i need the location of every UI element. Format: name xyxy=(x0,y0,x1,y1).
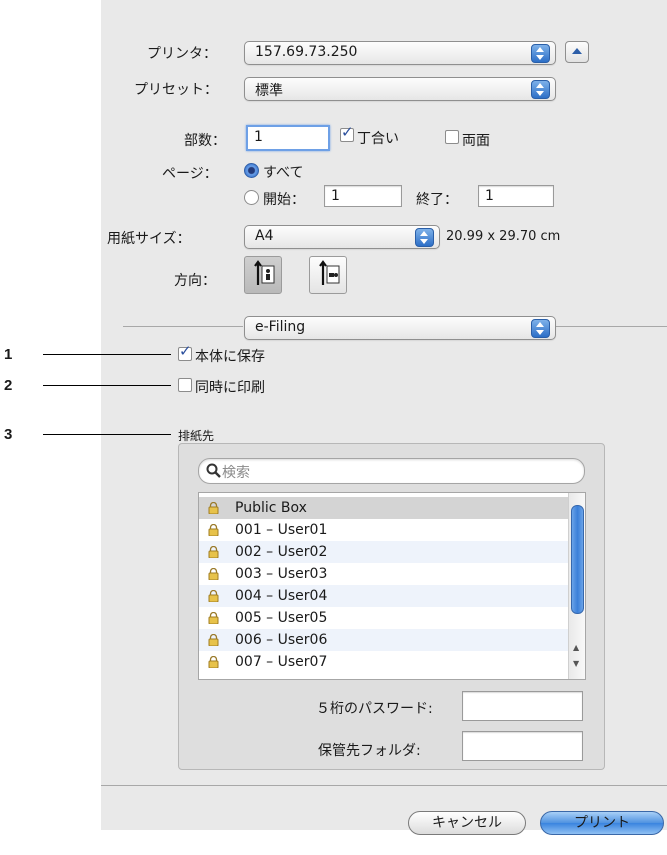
checkmark-icon: ✓ xyxy=(341,123,354,141)
lock-icon xyxy=(208,524,219,536)
pages-label: ページ： xyxy=(162,166,218,182)
list-item[interactable]: 007 – User07 xyxy=(199,651,568,673)
printer-label: プリンタ： xyxy=(147,46,217,62)
printer-value: 157.69.73.250 xyxy=(255,44,358,60)
checkmark-icon: ✓ xyxy=(179,342,192,360)
preset-label: プリセット： xyxy=(134,82,218,98)
landscape-button[interactable] xyxy=(309,256,347,294)
password-label: ５桁のパスワード: xyxy=(316,701,433,717)
list-item[interactable]: 004 – User04 xyxy=(199,585,568,607)
list-item[interactable]: Public Box xyxy=(199,497,568,519)
paper-size-label: 用紙サイズ： xyxy=(107,231,191,247)
callout-line-2 xyxy=(43,385,171,386)
lock-icon xyxy=(208,546,219,558)
copies-field[interactable]: 1 xyxy=(246,125,330,151)
box-list[interactable]: Public Box 001 – User01 002 – User02 003 – … xyxy=(198,492,586,680)
list-item-label: Public Box xyxy=(235,500,307,516)
list-item[interactable]: 006 – User06 xyxy=(199,629,568,651)
list-item-label: 005 – User05 xyxy=(235,610,328,626)
folder-label: 保管先フォルダ: xyxy=(318,743,421,759)
list-item-label: 006 – User06 xyxy=(235,632,328,648)
callout-line-3 xyxy=(43,434,171,435)
scroll-thumb[interactable] xyxy=(571,505,584,614)
separator-line xyxy=(123,326,243,327)
disclosure-button[interactable] xyxy=(565,41,589,63)
copies-label: 部数： xyxy=(184,133,226,149)
popup-stepper-icon xyxy=(531,80,550,99)
separator-line xyxy=(555,326,667,327)
collate-label: 丁合い xyxy=(357,131,399,147)
pages-from-field[interactable]: 1 xyxy=(324,185,402,207)
list-item-label: 001 – User01 xyxy=(235,522,328,538)
scrollbar[interactable]: ▲ ▼ xyxy=(568,493,585,679)
save-to-device-checkbox[interactable]: ✓ xyxy=(178,342,192,361)
password-field[interactable] xyxy=(462,691,583,721)
portrait-icon xyxy=(254,260,275,285)
lock-icon xyxy=(208,634,219,646)
popup-stepper-icon xyxy=(531,44,550,63)
list-item[interactable]: 005 – User05 xyxy=(199,607,568,629)
callout-3: 3 xyxy=(4,426,13,443)
list-item-label: 002 – User02 xyxy=(235,544,328,560)
search-placeholder: 検索 xyxy=(222,465,250,481)
lock-icon xyxy=(208,502,219,514)
lock-icon xyxy=(208,568,219,580)
folder-field[interactable] xyxy=(462,731,583,761)
scroll-up-icon[interactable]: ▲ xyxy=(573,643,579,652)
pages-all-radio[interactable] xyxy=(244,163,259,178)
paper-size-value: A4 xyxy=(255,228,274,244)
pages-to-field[interactable]: 1 xyxy=(478,185,554,207)
landscape-icon xyxy=(319,260,340,285)
preset-popup[interactable]: 標準 xyxy=(244,77,556,101)
collate-checkbox[interactable]: ✓ xyxy=(340,123,354,142)
print-simultaneously-label: 同時に印刷 xyxy=(195,380,265,396)
callout-line-1 xyxy=(43,354,171,355)
list-item[interactable]: 003 – User03 xyxy=(199,563,568,585)
lock-icon xyxy=(208,590,219,602)
pages-all-label: すべて xyxy=(263,165,304,181)
orientation-label: 方向： xyxy=(174,273,216,289)
section-popup[interactable]: e-Filing xyxy=(244,316,556,340)
list-item[interactable]: 002 – User02 xyxy=(199,541,568,563)
search-field[interactable]: 検索 xyxy=(198,458,585,484)
destination-label: 排紙先 xyxy=(178,429,215,443)
list-item[interactable]: 001 – User01 xyxy=(199,519,568,541)
save-to-device-label: 本体に保存 xyxy=(195,349,265,365)
popup-stepper-icon xyxy=(415,228,434,247)
print-button[interactable]: プリント xyxy=(540,811,664,835)
list-item-label: 007 – User07 xyxy=(235,654,328,670)
portrait-button[interactable] xyxy=(244,256,282,294)
search-icon xyxy=(206,463,221,478)
cancel-button[interactable]: キャンセル xyxy=(408,811,526,835)
list-item-label: 004 – User04 xyxy=(235,588,328,604)
pages-to-label: 終了： xyxy=(416,192,458,208)
list-item-label: 003 – User03 xyxy=(235,566,328,582)
scroll-down-icon[interactable]: ▼ xyxy=(573,659,579,668)
pages-from-label: 開始： xyxy=(263,192,305,208)
pages-range-radio[interactable] xyxy=(244,190,259,205)
popup-stepper-icon xyxy=(531,319,550,338)
paper-size-popup[interactable]: A4 xyxy=(244,225,440,249)
print-simultaneously-checkbox[interactable] xyxy=(178,378,192,392)
duplex-checkbox[interactable] xyxy=(445,130,459,144)
section-value: e-Filing xyxy=(255,319,306,335)
lock-icon xyxy=(208,612,219,624)
printer-popup[interactable]: 157.69.73.250 xyxy=(244,41,556,65)
lock-icon xyxy=(208,656,219,668)
preset-value: 標準 xyxy=(255,83,283,99)
paper-dimensions: 20.99 x 29.70 cm xyxy=(446,229,561,244)
triangle-up-icon xyxy=(572,48,582,54)
bottom-separator xyxy=(101,785,667,786)
duplex-label: 両面 xyxy=(462,133,490,149)
callout-1: 1 xyxy=(4,346,13,363)
callout-2: 2 xyxy=(4,377,13,394)
